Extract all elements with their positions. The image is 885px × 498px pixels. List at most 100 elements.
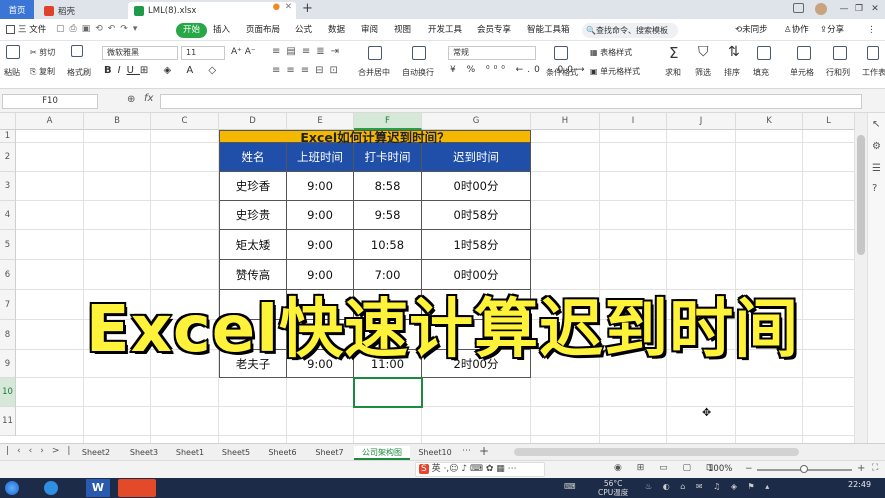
fill-icon[interactable] bbox=[757, 46, 771, 60]
paste-label[interactable]: 粘贴 bbox=[4, 67, 20, 78]
layout-icon[interactable] bbox=[793, 3, 804, 13]
sheet-tab[interactable]: Sheet10 bbox=[412, 446, 458, 460]
table-header-cell[interactable]: 打卡时间 bbox=[354, 143, 422, 172]
cpu-temp-widget[interactable]: 56°C CPU温度 bbox=[598, 479, 628, 497]
menu-page-layout[interactable]: 页面布局 bbox=[246, 23, 280, 38]
zoom-level[interactable]: 100% bbox=[708, 464, 732, 474]
font-size-select[interactable]: 11 bbox=[181, 46, 225, 60]
font-name-select[interactable]: 微软雅黑 bbox=[102, 46, 178, 60]
rows-cols-icon[interactable] bbox=[833, 46, 847, 60]
menu-file[interactable]: 三 文件 bbox=[18, 23, 46, 38]
fullscreen-icon[interactable]: ⛶ bbox=[872, 463, 878, 473]
sheet-tab[interactable]: Sheet3 bbox=[122, 446, 166, 460]
column-header-h[interactable]: H bbox=[531, 113, 600, 130]
filter-icon[interactable]: ⛉ bbox=[698, 44, 709, 60]
column-header-d[interactable]: D bbox=[219, 113, 287, 130]
row-header-11[interactable]: 11 bbox=[0, 407, 16, 436]
menu-formulas[interactable]: 公式 bbox=[295, 23, 312, 38]
ime-toolbar[interactable]: S 英 ·,☺ ♪ ⌨ ✿ ▦ ⋯ bbox=[415, 462, 545, 477]
table-data-cell[interactable]: 1时58分 bbox=[422, 230, 531, 260]
selected-cell-f10[interactable] bbox=[353, 377, 423, 408]
menu-smart-toolbox[interactable]: 智能工具箱 bbox=[527, 23, 570, 38]
clock[interactable]: 22:49 bbox=[848, 480, 871, 489]
sheet-tab[interactable]: Sheet6 bbox=[260, 446, 305, 460]
command-search[interactable]: 🔍查找命令、搜索模板 bbox=[582, 23, 678, 38]
fill-label[interactable]: 填充 bbox=[753, 67, 769, 78]
horizontal-scrollbar[interactable] bbox=[514, 448, 799, 456]
table-data-cell[interactable]: 0时00分 bbox=[422, 172, 531, 201]
table-data-cell[interactable]: 矩太矮 bbox=[219, 230, 287, 260]
view-mode-icons[interactable]: ◉ ⊞ ▭ ▢ ⊡ bbox=[614, 463, 719, 473]
menu-view[interactable]: 视图 bbox=[394, 23, 411, 38]
table-data-cell[interactable]: 9:58 bbox=[354, 201, 422, 230]
sum-label[interactable]: 求和 bbox=[665, 67, 681, 78]
zoom-slider-handle[interactable] bbox=[800, 465, 808, 473]
table-data-cell[interactable]: 10:58 bbox=[354, 230, 422, 260]
worksheet-grid[interactable]: A B C D E F G H I J K L 1 2 3 4 5 6 7 8 9 10 11 Excel如何计算迟到时间？姓… bbox=[0, 113, 855, 443]
conditional-format-label[interactable]: 条件格式 bbox=[546, 67, 578, 78]
minimize-icon[interactable]: — bbox=[838, 3, 850, 15]
name-box[interactable]: F10 bbox=[2, 94, 98, 109]
settings-icon[interactable]: ☰ bbox=[872, 163, 881, 174]
sort-label[interactable]: 排序 bbox=[724, 67, 740, 78]
cell-style-button[interactable]: ▣ 单元格样式 bbox=[590, 66, 640, 77]
table-data-cell[interactable]: 史珍贵 bbox=[219, 201, 287, 230]
sheet-tab[interactable]: 公司架构图 bbox=[354, 446, 410, 460]
sheet-tab[interactable]: Sheet5 bbox=[214, 446, 258, 460]
column-header-b[interactable]: B bbox=[84, 113, 151, 130]
merge-center-label[interactable]: 合并居中 bbox=[358, 67, 390, 78]
formula-input[interactable] bbox=[160, 94, 862, 109]
menu-developer[interactable]: 开发工具 bbox=[428, 23, 462, 38]
row-header-10[interactable]: 10 bbox=[0, 378, 16, 407]
column-header-i[interactable]: I bbox=[600, 113, 667, 130]
menu-home[interactable]: 开始 bbox=[176, 23, 208, 38]
zoom-out-icon[interactable]: − bbox=[745, 464, 753, 474]
merge-center-icon[interactable] bbox=[368, 46, 382, 60]
table-header-cell[interactable]: 姓名 bbox=[219, 143, 287, 172]
filter-label[interactable]: 筛选 bbox=[695, 67, 711, 78]
sort-icon[interactable]: ⇅ bbox=[728, 44, 740, 60]
keyboard-icon[interactable]: ⌨ bbox=[564, 482, 576, 491]
start-button-icon[interactable] bbox=[5, 481, 19, 495]
wrap-text-label[interactable]: 自动换行 bbox=[402, 67, 434, 78]
close-tab-icon[interactable]: ✕ bbox=[285, 2, 292, 12]
column-header-l[interactable]: L bbox=[803, 113, 855, 130]
table-style-button[interactable]: ▦ 表格样式 bbox=[590, 47, 632, 58]
cells-icon[interactable] bbox=[797, 46, 811, 60]
new-tab-button[interactable]: + bbox=[302, 1, 313, 16]
table-header-cell[interactable]: 迟到时间 bbox=[422, 143, 531, 172]
align-top-buttons[interactable]: ≡▤≡≣⇥ bbox=[272, 46, 345, 57]
zoom-in-icon[interactable]: + bbox=[857, 463, 865, 474]
tab-docer[interactable]: 稻壳 bbox=[38, 2, 126, 19]
sync-status[interactable]: ⟲未同步 bbox=[735, 23, 768, 38]
row-header-1[interactable]: 1 bbox=[0, 130, 16, 143]
menu-insert[interactable]: 插入 bbox=[213, 23, 230, 38]
fx-icon[interactable]: fx bbox=[144, 93, 153, 104]
format-painter-label[interactable]: 格式刷 bbox=[67, 67, 91, 78]
wrap-text-icon[interactable] bbox=[412, 46, 426, 60]
menu-review[interactable]: 审阅 bbox=[361, 23, 378, 38]
table-title-cell[interactable]: Excel如何计算迟到时间？ bbox=[219, 130, 531, 145]
sheet-tab[interactable]: Sheet2 bbox=[72, 446, 120, 460]
system-tray-icons[interactable]: ♨ ◐ ⌂ ✉ ♫ ◈ ⚑ ▴ bbox=[645, 482, 773, 491]
table-header-cell[interactable]: 上班时间 bbox=[287, 143, 354, 172]
menu-member[interactable]: 会员专享 bbox=[477, 23, 511, 38]
tab-home[interactable]: 首页 bbox=[0, 0, 34, 19]
table-data-cell[interactable]: 9:00 bbox=[287, 230, 354, 260]
collab-button[interactable]: ♙协作 bbox=[784, 23, 809, 38]
tab-workbook[interactable]: LML(8).xlsx ● ✕ bbox=[128, 2, 296, 19]
add-sheet-button[interactable]: + bbox=[479, 444, 489, 458]
table-data-cell[interactable]: 9:00 bbox=[287, 201, 354, 230]
row-header-5[interactable]: 5 bbox=[0, 230, 16, 260]
sheet-tab[interactable]: Sheet7 bbox=[307, 446, 352, 460]
table-data-cell[interactable]: 0时58分 bbox=[422, 201, 531, 230]
vertical-scrollbar[interactable] bbox=[855, 113, 867, 443]
zoom-formula-icon[interactable]: ⊕ bbox=[127, 94, 135, 105]
help-icon[interactable]: ? bbox=[872, 183, 877, 194]
wps-taskbar-icon[interactable]: W bbox=[86, 479, 110, 497]
table-data-cell[interactable]: 史珍香 bbox=[219, 172, 287, 201]
share-button[interactable]: ⇪分享 bbox=[820, 23, 844, 38]
sum-icon[interactable]: Σ bbox=[669, 44, 678, 62]
sheet-tab[interactable]: Sheet1 bbox=[168, 446, 212, 460]
column-header-j[interactable]: J bbox=[667, 113, 736, 130]
